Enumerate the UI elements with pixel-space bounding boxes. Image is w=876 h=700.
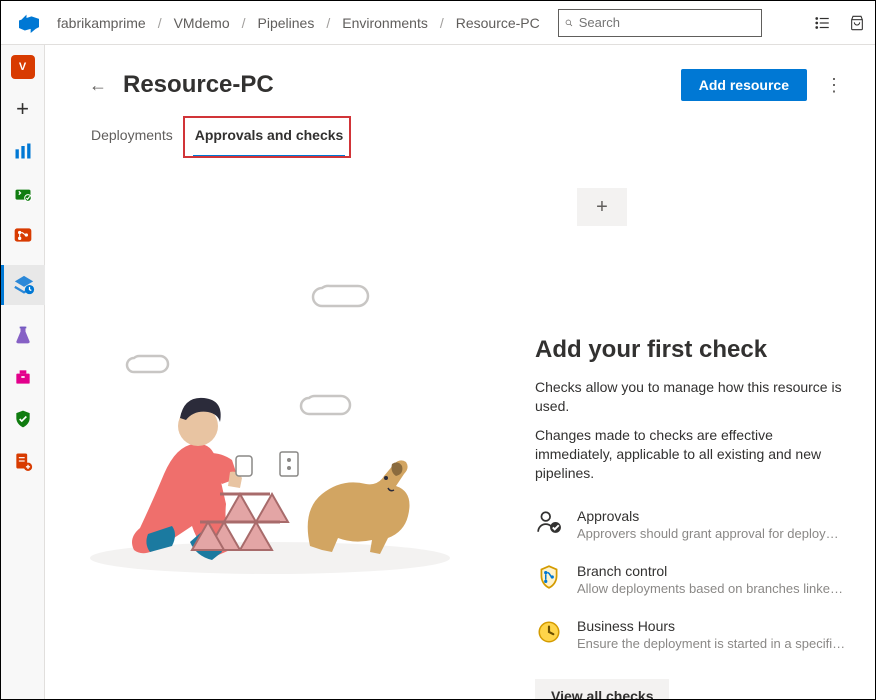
illustration-area <box>85 188 505 679</box>
nav-project-icon[interactable]: V <box>11 55 35 79</box>
view-all-checks-button[interactable]: View all checks <box>535 679 669 699</box>
shopping-bag-icon[interactable] <box>849 14 865 32</box>
main-content: ← Resource-PC Add resource ⋮ Deployments… <box>45 45 875 699</box>
more-options-icon[interactable]: ⋮ <box>821 71 847 100</box>
check-desc: Ensure the deployment is started in a sp… <box>577 636 847 651</box>
nav-artifacts-icon[interactable] <box>11 365 35 389</box>
tab-deployments[interactable]: Deployments <box>89 121 175 158</box>
info-desc-1: Checks allow you to manage how this reso… <box>535 378 847 416</box>
azure-devops-logo-icon[interactable] <box>17 11 41 35</box>
branch-control-icon <box>535 563 563 591</box>
tab-approvals-and-checks[interactable]: Approvals and checks <box>193 121 346 158</box>
back-arrow-icon[interactable]: ← <box>89 75 107 96</box>
breadcrumb-sep: / <box>240 15 248 31</box>
check-item-branch-control[interactable]: Branch control Allow deployments based o… <box>535 563 847 596</box>
info-panel: + Add your first check Checks allow you … <box>535 188 847 679</box>
tabs: Deployments Approvals and checks <box>85 121 847 158</box>
search-icon <box>565 16 573 30</box>
page-title: Resource-PC <box>123 71 274 99</box>
breadcrumb-sep: / <box>438 15 446 31</box>
nav-report-icon[interactable] <box>11 449 35 473</box>
check-desc: Approvers should grant approval for depl… <box>577 526 847 541</box>
nav-boards-icon[interactable] <box>11 139 35 163</box>
breadcrumb[interactable]: fabrikamprime <box>53 13 150 33</box>
nav-pipelines-git-icon[interactable] <box>11 223 35 247</box>
info-title: Add your first check <box>535 336 847 364</box>
breadcrumb[interactable]: Resource-PC <box>452 13 544 33</box>
check-item-approvals[interactable]: Approvals Approvers should grant approva… <box>535 508 847 541</box>
add-resource-button[interactable]: Add resource <box>681 69 807 101</box>
nav-compliance-icon[interactable] <box>11 407 35 431</box>
check-list: Approvals Approvers should grant approva… <box>535 508 847 651</box>
breadcrumb[interactable]: Pipelines <box>254 13 319 33</box>
breadcrumb-sep: / <box>324 15 332 31</box>
nav-repos-icon[interactable] <box>11 181 35 205</box>
breadcrumb[interactable]: VMdemo <box>170 13 234 33</box>
breadcrumb[interactable]: Environments <box>338 13 432 33</box>
filter-list-icon[interactable] <box>813 14 831 32</box>
check-title: Approvals <box>577 508 847 524</box>
search-box[interactable] <box>558 9 762 37</box>
business-hours-icon <box>535 618 563 646</box>
nav-test-plans-icon[interactable] <box>11 323 35 347</box>
nav-environments-icon[interactable] <box>1 265 45 305</box>
breadcrumb-sep: / <box>156 15 164 31</box>
add-check-button[interactable]: + <box>577 188 627 226</box>
check-title: Branch control <box>577 563 847 579</box>
check-title: Business Hours <box>577 618 847 634</box>
top-bar: fabrikamprime / VMdemo / Pipelines / Env… <box>1 1 875 45</box>
info-desc-2: Changes made to checks are effective imm… <box>535 426 847 483</box>
search-input[interactable] <box>579 15 755 30</box>
left-nav: V + <box>1 45 45 699</box>
check-item-business-hours[interactable]: Business Hours Ensure the deployment is … <box>535 618 847 651</box>
check-desc: Allow deployments based on branches link… <box>577 581 847 596</box>
approvals-icon <box>535 508 563 536</box>
empty-state-illustration <box>80 278 480 598</box>
nav-add-icon[interactable]: + <box>11 97 35 121</box>
